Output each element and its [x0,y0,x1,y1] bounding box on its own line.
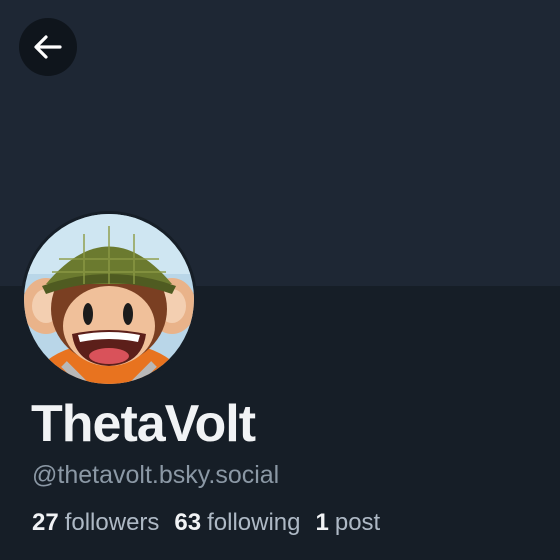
posts-stat: 1 post [316,507,381,539]
avatar[interactable] [21,211,197,387]
posts-count: 1 [315,509,329,536]
profile-handle: @thetavolt.bsky.social [32,461,280,489]
followers-label: followers [64,509,160,536]
posts-label: post [334,509,381,536]
following-count: 63 [174,509,202,536]
following-label: following [207,509,301,536]
following-link[interactable]: 63 following [174,507,300,539]
avatar-image [24,214,194,384]
profile-page: ThetaVolt @thetavolt.bsky.social 27 foll… [0,0,560,560]
followers-count: 27 [32,509,59,536]
arrow-left-icon [34,35,62,59]
followers-link[interactable]: 27 followers [32,507,159,539]
profile-stats: 27 followers 63 following 1 post [32,507,380,539]
back-button[interactable] [19,18,77,76]
display-name: ThetaVolt [31,395,256,453]
